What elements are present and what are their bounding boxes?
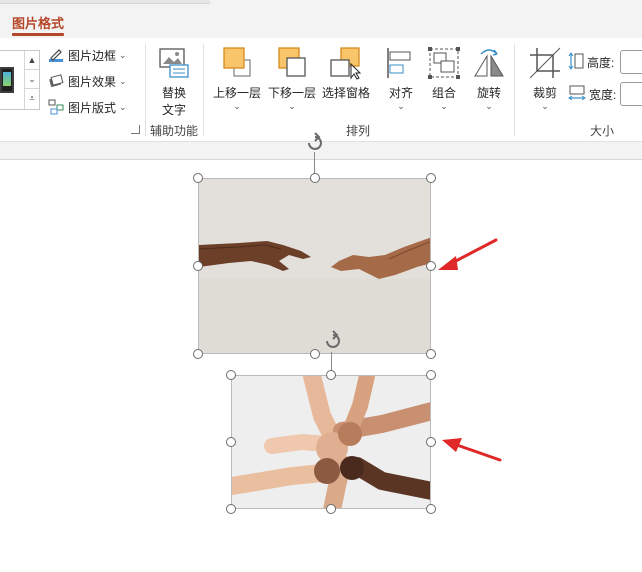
align-icon (384, 46, 418, 80)
resize-handle-bottom[interactable] (326, 504, 336, 514)
picture-style-thumbnail[interactable] (0, 67, 14, 93)
rotate-label: 旋转 (476, 86, 501, 100)
resize-handle-bottom[interactable] (310, 349, 320, 359)
group-separator (145, 44, 146, 136)
group-label-accessibility: 辅助功能 (150, 124, 199, 138)
ribbon: ▲ ⌄ ⩡ 图片边框 ⌄ 图片效果 ⌄ 图片版式 ⌄ 替换 文字 辅助功能 上移… (0, 38, 642, 142)
alt-text-icon (157, 46, 191, 80)
alt-text-label-line1: 替换 (161, 86, 186, 100)
bring-forward-button[interactable]: 上移一层 ⌄ (213, 46, 261, 111)
group-objects-icon (427, 46, 461, 80)
resize-handle-top-right[interactable] (426, 370, 436, 380)
resize-handle-bottom-left[interactable] (226, 504, 236, 514)
picture-layout-label: 图片版式 (68, 100, 117, 115)
picture-layout-icon (48, 99, 64, 115)
height-label: 高度: (587, 55, 615, 70)
width-icon (568, 85, 586, 104)
resize-handle-top[interactable] (310, 173, 320, 183)
resize-handle-right[interactable] (426, 261, 436, 271)
gallery-down-icon[interactable]: ⌄ (25, 70, 39, 89)
chevron-down-icon: ⌄ (397, 101, 405, 111)
crop-icon (528, 46, 562, 80)
chevron-down-icon: ⌄ (119, 101, 127, 112)
selection-pane-icon (329, 46, 363, 80)
height-icon (568, 51, 584, 73)
group-label: 组合 (431, 86, 456, 100)
dialog-launcher-icon[interactable] (131, 125, 140, 134)
chevron-down-icon: ⌄ (119, 75, 127, 86)
resize-handle-top-left[interactable] (226, 370, 236, 380)
selected-picture-hands-reaching[interactable] (198, 178, 431, 354)
gallery-scroll[interactable]: ▲ ⌄ ⩡ (24, 51, 39, 109)
picture-border-button[interactable]: 图片边框 ⌄ (48, 45, 127, 65)
gallery-more-icon[interactable]: ⩡ (25, 89, 39, 108)
resize-handle-left[interactable] (226, 437, 236, 447)
red-arrow-icon (442, 438, 502, 462)
red-arrow-icon (438, 238, 498, 270)
chevron-down-icon: ⌄ (288, 101, 296, 111)
effects-icon (48, 73, 64, 89)
group-button[interactable]: 组合 ⌄ (427, 46, 461, 111)
picture-border-label: 图片边框 (68, 48, 117, 63)
send-backward-label: 下移一层 (268, 86, 317, 100)
height-input[interactable] (620, 50, 642, 74)
group-separator (514, 44, 515, 136)
tab-picture-format[interactable]: 图片格式 (12, 13, 64, 32)
selection-pane-label: 选择窗格 (322, 86, 371, 100)
crop-label: 裁剪 (532, 86, 557, 100)
chevron-down-icon: ⌄ (440, 101, 448, 111)
picture-effects-label: 图片效果 (68, 74, 117, 89)
chevron-down-icon: ⌄ (119, 49, 127, 60)
align-label: 对齐 (388, 86, 413, 100)
rotate-button[interactable]: 旋转 ⌄ (472, 46, 506, 111)
group-label-size: 大小 (590, 124, 615, 138)
rotation-handle-icon[interactable] (304, 132, 326, 154)
width-row: 宽度: (568, 82, 616, 106)
rotate-icon (472, 46, 506, 80)
resize-handle-top-right[interactable] (426, 173, 436, 183)
chevron-down-icon: ⌄ (485, 101, 493, 111)
bring-forward-label: 上移一层 (213, 86, 262, 100)
chevron-down-icon: ⌄ (233, 101, 241, 111)
resize-handle-top-left[interactable] (193, 173, 203, 183)
group-separator (203, 44, 204, 136)
resize-handle-bottom-right[interactable] (426, 349, 436, 359)
selected-picture-linked-arms[interactable] (231, 375, 431, 509)
crop-button[interactable]: 裁剪 ⌄ (528, 46, 562, 111)
resize-handle-right[interactable] (426, 437, 436, 447)
rotation-handle-icon[interactable] (322, 330, 344, 352)
send-backward-icon (275, 46, 309, 80)
alt-text-button[interactable]: 替换 文字 (157, 46, 191, 118)
pencil-border-icon (48, 47, 64, 63)
selection-pane-button[interactable]: 选择窗格 (322, 46, 370, 101)
chevron-down-icon: ⌄ (541, 101, 549, 111)
resize-handle-bottom-left[interactable] (193, 349, 203, 359)
width-label: 宽度: (589, 87, 617, 102)
picture-layout-button[interactable]: 图片版式 ⌄ (48, 97, 127, 117)
send-backward-button[interactable]: 下移一层 ⌄ (268, 46, 316, 111)
align-button[interactable]: 对齐 ⌄ (384, 46, 418, 111)
resize-handle-top[interactable] (326, 370, 336, 380)
ribbon-tab-strip: 图片格式 (0, 0, 642, 38)
active-tab-indicator (12, 33, 64, 36)
group-label-arrange: 排列 (346, 124, 371, 138)
gallery-up-icon[interactable]: ▲ (25, 51, 39, 70)
resize-handle-left[interactable] (193, 261, 203, 271)
tab-strip-divider (0, 0, 210, 4)
height-row: 高度: (568, 50, 614, 74)
picture-styles-gallery[interactable]: ▲ ⌄ ⩡ (0, 50, 40, 110)
width-input[interactable] (620, 82, 642, 106)
alt-text-label-line2: 文字 (161, 103, 186, 117)
resize-handle-bottom-right[interactable] (426, 504, 436, 514)
picture-effects-button[interactable]: 图片效果 ⌄ (48, 71, 127, 91)
bring-forward-icon (220, 46, 254, 80)
